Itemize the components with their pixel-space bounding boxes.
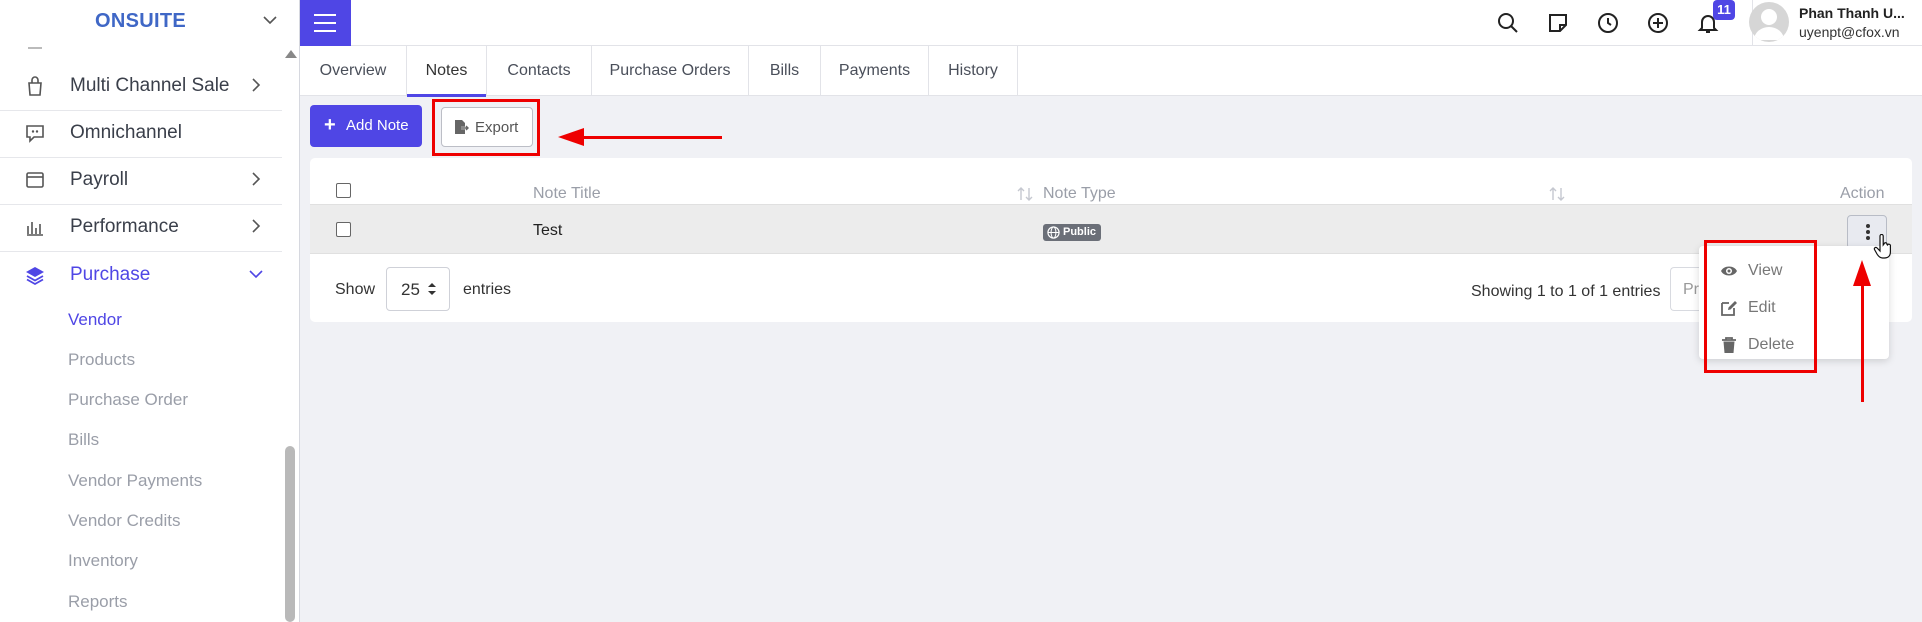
sidebar-item-label: Purchase	[70, 264, 151, 285]
chevron-right-icon	[252, 219, 261, 233]
pagination-info: Showing 1 to 1 of 1 entries	[1471, 283, 1661, 300]
sidebar-subitem-vendor[interactable]: Vendor	[68, 310, 122, 330]
layers-icon	[26, 267, 44, 286]
avatar[interactable]	[1749, 2, 1789, 42]
page-size-value: 25	[401, 280, 420, 299]
clock-icon[interactable]	[1596, 11, 1620, 35]
topbar: 11 Phan Thanh U... uyenpt@cfox.vn	[300, 0, 1922, 46]
add-note-button[interactable]: + Add Note	[310, 105, 422, 147]
sidebar-subitem-inventory[interactable]: Inventory	[68, 551, 138, 571]
user-icon	[1754, 9, 1784, 40]
chevron-right-icon	[252, 172, 261, 186]
user-email: uyenpt@cfox.vn	[1799, 24, 1900, 40]
sidebar-item-multi-channel-sale[interactable]: Multi Channel Sale	[0, 63, 282, 109]
highlight-box-export	[432, 99, 540, 156]
highlight-box-actions-menu	[1704, 240, 1817, 373]
tab-notes[interactable]: Notes	[407, 46, 487, 97]
tab-overview[interactable]: Overview	[300, 46, 407, 96]
sort-icon[interactable]	[1016, 185, 1034, 203]
sidebar-item-payroll[interactable]: Payroll	[0, 157, 282, 203]
sidebar-subitem-purchase-order[interactable]: Purchase Order	[68, 390, 188, 410]
sidebar-item-label: Performance	[70, 216, 179, 237]
sidebar-subitem-products[interactable]: Products	[68, 350, 135, 370]
brand-name: ONSUITE	[95, 10, 186, 32]
tab-contacts[interactable]: Contacts	[487, 46, 592, 96]
page-size-select[interactable]: 25	[386, 267, 450, 311]
chevron-down-icon	[249, 270, 263, 279]
chevron-down-icon[interactable]	[262, 12, 278, 28]
user-name[interactable]: Phan Thanh U...	[1799, 5, 1905, 21]
scroll-up-arrow[interactable]	[285, 50, 297, 58]
annotation-arrow-shaft	[582, 136, 722, 139]
sidebar-subitem-vendor-payments[interactable]: Vendor Payments	[68, 471, 202, 491]
sort-icon[interactable]	[1548, 185, 1566, 203]
tab-purchase-orders[interactable]: Purchase Orders	[592, 46, 749, 96]
select-arrows-icon	[428, 283, 436, 295]
notes-table-card: Note Title Note Type Action Test Public …	[310, 158, 1912, 322]
annotation-arrow-left	[558, 128, 584, 146]
search-icon[interactable]	[1496, 11, 1520, 35]
wallet-icon	[26, 172, 44, 188]
sidebar-item-purchase[interactable]: Purchase	[0, 252, 282, 298]
bar-chart-icon	[27, 222, 43, 236]
sidebar-scrollbar-thumb[interactable]	[285, 446, 295, 622]
sidebar-item-performance[interactable]: Performance	[0, 204, 282, 250]
main-content: Overview Notes Contacts Purchase Orders …	[300, 46, 1922, 622]
note-type-label: Public	[1063, 226, 1097, 238]
tab-bills[interactable]: Bills	[749, 46, 821, 96]
tab-bar: Overview Notes Contacts Purchase Orders …	[300, 46, 1922, 97]
sidebar-item-omnichannel[interactable]: Omnichannel	[0, 110, 282, 156]
sidebar-subitem-vendor-credits[interactable]: Vendor Credits	[68, 511, 180, 531]
add-note-label: Add Note	[346, 117, 409, 134]
menu-toggle-button[interactable]	[300, 0, 351, 46]
column-header-action: Action	[1840, 185, 1885, 202]
note-type-badge: Public	[1043, 224, 1102, 241]
bag-icon	[28, 76, 42, 96]
collapsed-indicator	[28, 47, 42, 49]
column-header-note-type[interactable]: Note Type	[1043, 185, 1116, 203]
globe-icon	[1047, 226, 1060, 239]
sidebar-item-label: Payroll	[70, 169, 129, 190]
chevron-right-icon	[252, 78, 261, 92]
column-header-note-title[interactable]: Note Title	[533, 185, 601, 203]
hand-cursor-icon	[1873, 234, 1891, 259]
select-all-checkbox[interactable]	[336, 183, 351, 198]
chat-icon	[26, 125, 44, 143]
sidebar: ONSUITE Multi Channel Sale Omnichannel P…	[0, 0, 300, 622]
brand-header[interactable]: ONSUITE	[0, 0, 299, 42]
row-checkbox[interactable]	[336, 222, 351, 237]
notification-badge: 11	[1713, 0, 1735, 20]
sidebar-item-label: Omnichannel	[70, 122, 182, 143]
sidebar-subitem-bills[interactable]: Bills	[68, 430, 99, 450]
note-title-cell[interactable]: Test	[533, 222, 562, 240]
annotation-arrow-shaft	[1861, 282, 1864, 402]
tab-history[interactable]: History	[929, 46, 1018, 96]
plus-icon: +	[324, 114, 336, 136]
plus-circle-icon[interactable]	[1646, 11, 1670, 35]
tab-payments[interactable]: Payments	[821, 46, 929, 96]
sidebar-item-label: Multi Channel Sale	[70, 75, 230, 96]
show-label: Show	[335, 281, 376, 298]
entries-label: entries	[463, 281, 512, 298]
note-icon[interactable]	[1546, 11, 1570, 35]
sidebar-subitem-reports[interactable]: Reports	[68, 592, 128, 612]
